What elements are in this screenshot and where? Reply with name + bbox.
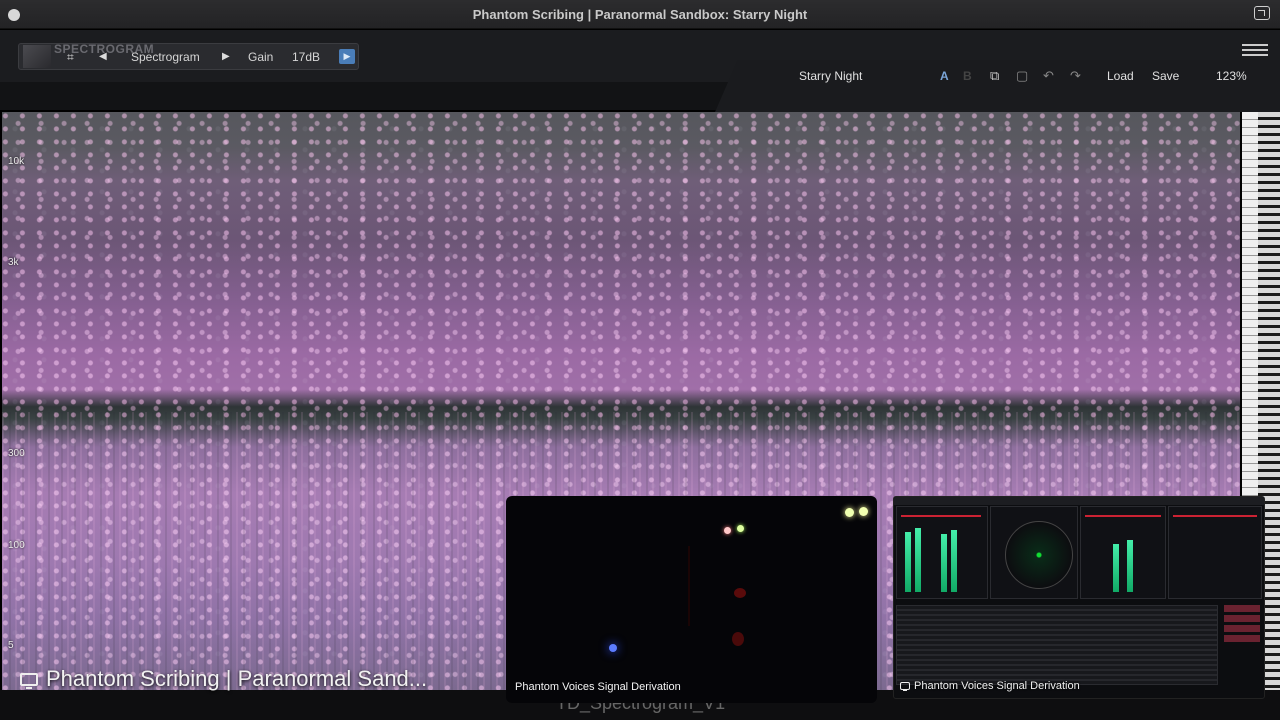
red-glow-2 [732,632,744,646]
gain-value[interactable]: 17dB [292,50,320,64]
module-name[interactable]: Spectrogram [131,50,200,64]
copy-icon[interactable]: ⧉ [990,68,999,84]
dark-pole [688,546,690,626]
load-button[interactable]: Load [1107,69,1134,83]
window-title: Phantom Scribing | Paranormal Sandbox: S… [472,7,808,22]
redo-icon[interactable]: ↷ [1070,68,1081,84]
green-light-2 [859,507,868,516]
undo-icon[interactable]: ↶ [1043,68,1054,84]
meter-side-button[interactable] [1224,625,1260,632]
meter-caption-text: Phantom Voices Signal Derivation [914,680,1080,692]
correlation-meter [1080,506,1166,599]
window-action-icon[interactable] [1254,6,1270,20]
prev-module-icon[interactable]: ◀ [99,51,107,62]
video-thumbnail[interactable]: Phantom Voices Signal Derivation [506,496,877,703]
vectorscope [990,506,1078,599]
window-titlebar: Phantom Scribing | Paranormal Sandbox: S… [0,0,1280,29]
meter-bar [1113,544,1119,592]
main-window-label-text: Phantom Scribing | Paranormal Sand... [46,666,428,691]
freq-label-100: 100 [8,540,25,551]
save-button[interactable]: Save [1152,69,1179,83]
monitor-icon [900,682,910,691]
meter-caption: Phantom Voices Signal Derivation [900,680,1080,692]
play-icon[interactable]: ▶ [339,49,355,64]
zoom-level[interactable]: 123% [1216,69,1247,83]
plugin-logo [23,45,51,68]
gain-label: Gain [248,50,274,64]
ab-b-button[interactable]: B [963,69,972,83]
freq-label-10k: 10k [8,156,25,167]
meter-redline [1173,515,1257,517]
freq-label-300: 300 [8,448,25,459]
meter-bar [941,534,947,592]
goniometer [1168,506,1262,599]
green-light [845,508,854,517]
green-light-3 [737,525,744,532]
menu-icon[interactable] [1242,44,1268,56]
monitor-icon [20,672,38,689]
meter-side-button[interactable] [1224,615,1260,622]
video-caption: Phantom Voices Signal Derivation [515,681,681,693]
plugin-header: SPECTROGRAM ⌗ ◀ Spectrogram ▶ Gain 17dB … [0,30,1280,112]
freq-label-3k: 3k [8,257,19,268]
vectorscope-circle [1005,521,1073,589]
meter-redline [901,515,981,517]
meter-side-buttons [1224,605,1260,685]
red-light [724,527,731,534]
next-module-icon[interactable]: ▶ [222,51,230,62]
crop-icon[interactable]: ⌗ [67,50,74,65]
meter-bar [1127,540,1133,592]
meter-redline [1085,515,1161,517]
main-window-label: Phantom Scribing | Paranormal Sand... [20,666,427,692]
meter-bar [905,532,911,592]
meter-plugin-thumbnail[interactable]: Phantom Voices Signal Derivation [893,496,1265,699]
freq-label-5: 5 [8,640,14,651]
meter-bar [951,530,957,592]
paste-icon[interactable]: ▢ [1016,68,1028,84]
waveform-history [896,605,1218,685]
meter-side-button[interactable] [1224,605,1260,612]
blue-light [609,644,617,652]
ab-a-button[interactable]: A [940,69,949,83]
red-glow [734,588,746,598]
meter-bar [915,528,921,592]
level-meter [896,506,988,599]
module-selector-bar: SPECTROGRAM ⌗ ◀ Spectrogram ▶ Gain 17dB … [18,42,359,70]
preset-name[interactable]: Starry Night [799,69,862,83]
meter-side-button[interactable] [1224,635,1260,642]
meter-topbar [894,497,1264,505]
